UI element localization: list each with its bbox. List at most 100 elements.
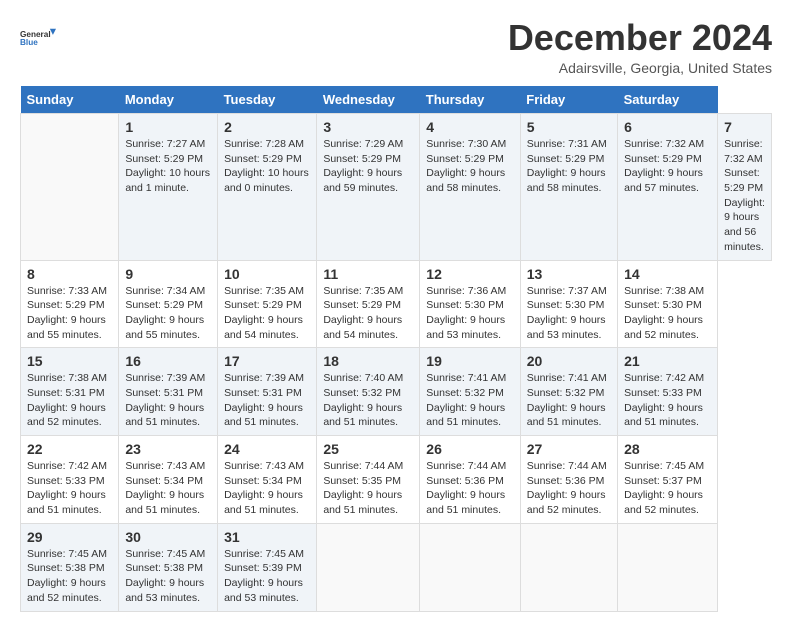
page-header: General Blue December 2024 Adairsville, … <box>20 20 772 76</box>
day-info: Sunrise: 7:43 AMSunset: 5:34 PMDaylight:… <box>125 459 211 518</box>
day-cell: 2 Sunrise: 7:28 AMSunset: 5:29 PMDayligh… <box>218 114 317 261</box>
day-number: 27 <box>527 441 611 457</box>
day-cell: 8 Sunrise: 7:33 AMSunset: 5:29 PMDayligh… <box>21 260 119 348</box>
day-cell: 24 Sunrise: 7:43 AMSunset: 5:34 PMDaylig… <box>218 436 317 524</box>
week-row-1: 1 Sunrise: 7:27 AMSunset: 5:29 PMDayligh… <box>21 114 772 261</box>
header-tuesday: Tuesday <box>218 86 317 114</box>
day-number: 2 <box>224 119 310 135</box>
day-info: Sunrise: 7:28 AMSunset: 5:29 PMDaylight:… <box>224 137 310 196</box>
day-cell: 19 Sunrise: 7:41 AMSunset: 5:32 PMDaylig… <box>420 348 520 436</box>
day-number: 31 <box>224 529 310 545</box>
day-cell: 21 Sunrise: 7:42 AMSunset: 5:33 PMDaylig… <box>618 348 718 436</box>
day-info: Sunrise: 7:44 AMSunset: 5:35 PMDaylight:… <box>323 459 413 518</box>
day-cell: 10 Sunrise: 7:35 AMSunset: 5:29 PMDaylig… <box>218 260 317 348</box>
day-number: 19 <box>426 353 513 369</box>
day-info: Sunrise: 7:39 AMSunset: 5:31 PMDaylight:… <box>224 371 310 430</box>
day-info: Sunrise: 7:45 AMSunset: 5:39 PMDaylight:… <box>224 547 310 606</box>
week-row-5: 29 Sunrise: 7:45 AMSunset: 5:38 PMDaylig… <box>21 523 772 611</box>
day-number: 17 <box>224 353 310 369</box>
day-number: 30 <box>125 529 211 545</box>
month-title: December 2024 <box>508 20 772 56</box>
day-cell <box>420 523 520 611</box>
day-cell: 20 Sunrise: 7:41 AMSunset: 5:32 PMDaylig… <box>520 348 617 436</box>
day-number: 10 <box>224 266 310 282</box>
header-saturday: Saturday <box>618 86 718 114</box>
day-cell: 6 Sunrise: 7:32 AMSunset: 5:29 PMDayligh… <box>618 114 718 261</box>
day-cell: 15 Sunrise: 7:38 AMSunset: 5:31 PMDaylig… <box>21 348 119 436</box>
day-cell <box>317 523 420 611</box>
day-number: 24 <box>224 441 310 457</box>
week-row-4: 22 Sunrise: 7:42 AMSunset: 5:33 PMDaylig… <box>21 436 772 524</box>
calendar-table: SundayMondayTuesdayWednesdayThursdayFrid… <box>20 86 772 612</box>
day-cell: 13 Sunrise: 7:37 AMSunset: 5:30 PMDaylig… <box>520 260 617 348</box>
week-row-3: 15 Sunrise: 7:38 AMSunset: 5:31 PMDaylig… <box>21 348 772 436</box>
day-info: Sunrise: 7:31 AMSunset: 5:29 PMDaylight:… <box>527 137 611 196</box>
day-cell: 27 Sunrise: 7:44 AMSunset: 5:36 PMDaylig… <box>520 436 617 524</box>
day-number: 18 <box>323 353 413 369</box>
day-number: 5 <box>527 119 611 135</box>
logo-svg: General Blue <box>20 20 56 56</box>
day-cell: 26 Sunrise: 7:44 AMSunset: 5:36 PMDaylig… <box>420 436 520 524</box>
day-info: Sunrise: 7:44 AMSunset: 5:36 PMDaylight:… <box>426 459 513 518</box>
day-number: 28 <box>624 441 711 457</box>
day-info: Sunrise: 7:42 AMSunset: 5:33 PMDaylight:… <box>27 459 112 518</box>
header-sunday: Sunday <box>21 86 119 114</box>
day-cell: 25 Sunrise: 7:44 AMSunset: 5:35 PMDaylig… <box>317 436 420 524</box>
day-number: 25 <box>323 441 413 457</box>
day-number: 3 <box>323 119 413 135</box>
day-cell: 14 Sunrise: 7:38 AMSunset: 5:30 PMDaylig… <box>618 260 718 348</box>
day-number: 16 <box>125 353 211 369</box>
day-cell: 18 Sunrise: 7:40 AMSunset: 5:32 PMDaylig… <box>317 348 420 436</box>
header-thursday: Thursday <box>420 86 520 114</box>
day-cell: 31 Sunrise: 7:45 AMSunset: 5:39 PMDaylig… <box>218 523 317 611</box>
logo: General Blue <box>20 20 56 56</box>
day-number: 29 <box>27 529 112 545</box>
day-info: Sunrise: 7:42 AMSunset: 5:33 PMDaylight:… <box>624 371 711 430</box>
day-number: 6 <box>624 119 711 135</box>
day-cell <box>21 114 119 261</box>
svg-text:Blue: Blue <box>20 38 38 47</box>
day-info: Sunrise: 7:32 AMSunset: 5:29 PMDaylight:… <box>724 137 765 255</box>
day-number: 22 <box>27 441 112 457</box>
day-cell: 3 Sunrise: 7:29 AMSunset: 5:29 PMDayligh… <box>317 114 420 261</box>
day-info: Sunrise: 7:38 AMSunset: 5:30 PMDaylight:… <box>624 284 711 343</box>
svg-text:General: General <box>20 30 51 39</box>
day-info: Sunrise: 7:33 AMSunset: 5:29 PMDaylight:… <box>27 284 112 343</box>
day-cell: 1 Sunrise: 7:27 AMSunset: 5:29 PMDayligh… <box>119 114 218 261</box>
day-cell: 9 Sunrise: 7:34 AMSunset: 5:29 PMDayligh… <box>119 260 218 348</box>
header-wednesday: Wednesday <box>317 86 420 114</box>
day-info: Sunrise: 7:30 AMSunset: 5:29 PMDaylight:… <box>426 137 513 196</box>
day-cell: 11 Sunrise: 7:35 AMSunset: 5:29 PMDaylig… <box>317 260 420 348</box>
day-cell: 7 Sunrise: 7:32 AMSunset: 5:29 PMDayligh… <box>718 114 772 261</box>
day-info: Sunrise: 7:45 AMSunset: 5:38 PMDaylight:… <box>27 547 112 606</box>
day-cell <box>520 523 617 611</box>
day-number: 15 <box>27 353 112 369</box>
title-block: December 2024 Adairsville, Georgia, Unit… <box>508 20 772 76</box>
day-info: Sunrise: 7:41 AMSunset: 5:32 PMDaylight:… <box>527 371 611 430</box>
day-cell: 5 Sunrise: 7:31 AMSunset: 5:29 PMDayligh… <box>520 114 617 261</box>
day-number: 23 <box>125 441 211 457</box>
day-info: Sunrise: 7:38 AMSunset: 5:31 PMDaylight:… <box>27 371 112 430</box>
day-number: 7 <box>724 119 765 135</box>
day-info: Sunrise: 7:39 AMSunset: 5:31 PMDaylight:… <box>125 371 211 430</box>
day-cell: 23 Sunrise: 7:43 AMSunset: 5:34 PMDaylig… <box>119 436 218 524</box>
day-info: Sunrise: 7:27 AMSunset: 5:29 PMDaylight:… <box>125 137 211 196</box>
day-cell: 29 Sunrise: 7:45 AMSunset: 5:38 PMDaylig… <box>21 523 119 611</box>
day-info: Sunrise: 7:41 AMSunset: 5:32 PMDaylight:… <box>426 371 513 430</box>
day-info: Sunrise: 7:43 AMSunset: 5:34 PMDaylight:… <box>224 459 310 518</box>
day-info: Sunrise: 7:40 AMSunset: 5:32 PMDaylight:… <box>323 371 413 430</box>
day-info: Sunrise: 7:37 AMSunset: 5:30 PMDaylight:… <box>527 284 611 343</box>
day-info: Sunrise: 7:29 AMSunset: 5:29 PMDaylight:… <box>323 137 413 196</box>
week-row-2: 8 Sunrise: 7:33 AMSunset: 5:29 PMDayligh… <box>21 260 772 348</box>
day-cell: 12 Sunrise: 7:36 AMSunset: 5:30 PMDaylig… <box>420 260 520 348</box>
day-number: 12 <box>426 266 513 282</box>
day-info: Sunrise: 7:35 AMSunset: 5:29 PMDaylight:… <box>224 284 310 343</box>
day-cell: 30 Sunrise: 7:45 AMSunset: 5:38 PMDaylig… <box>119 523 218 611</box>
day-cell: 22 Sunrise: 7:42 AMSunset: 5:33 PMDaylig… <box>21 436 119 524</box>
day-number: 26 <box>426 441 513 457</box>
day-info: Sunrise: 7:45 AMSunset: 5:38 PMDaylight:… <box>125 547 211 606</box>
day-cell: 4 Sunrise: 7:30 AMSunset: 5:29 PMDayligh… <box>420 114 520 261</box>
day-number: 11 <box>323 266 413 282</box>
day-cell: 17 Sunrise: 7:39 AMSunset: 5:31 PMDaylig… <box>218 348 317 436</box>
day-number: 20 <box>527 353 611 369</box>
